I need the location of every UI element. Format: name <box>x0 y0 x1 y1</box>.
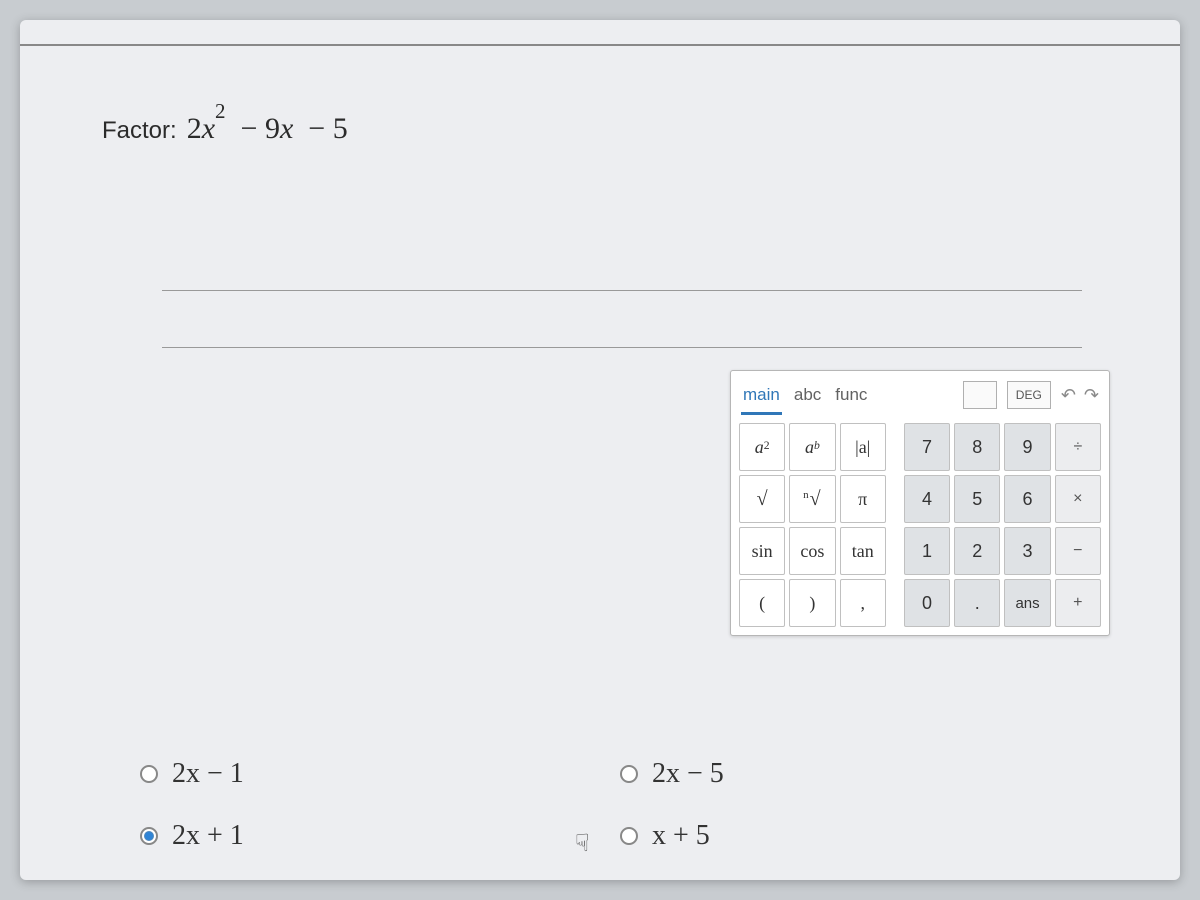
key-comma[interactable]: , <box>840 579 886 627</box>
key-ans[interactable]: ans <box>1004 579 1050 627</box>
answer-input-box[interactable] <box>162 290 1082 348</box>
option-3-label: 2x + 1 <box>172 820 244 852</box>
undo-icon[interactable]: ↶ <box>1061 385 1076 406</box>
option-1[interactable]: 2x − 1 <box>140 758 580 790</box>
key-5[interactable]: 5 <box>954 475 1000 523</box>
tab-func[interactable]: func <box>833 381 869 409</box>
key-9[interactable]: 9 <box>1004 423 1050 471</box>
question-label: Factor: <box>102 117 177 145</box>
key-power[interactable]: ab <box>789 423 835 471</box>
question-expression: 2x2 − 9x − 5 <box>187 108 348 146</box>
question-prompt: Factor: 2x2 − 9x − 5 <box>102 108 348 146</box>
key-lparen[interactable]: ( <box>739 579 785 627</box>
radio-option-1[interactable] <box>140 765 158 783</box>
key-nth-root[interactable]: n√ <box>789 475 835 523</box>
math-keypad: main abc func DEG ↶ ↷ a2 ab |a| 7 8 9 ÷ … <box>730 370 1110 636</box>
radio-option-3[interactable] <box>140 827 158 845</box>
key-rparen[interactable]: ) <box>789 579 835 627</box>
option-4-label: x + 5 <box>652 820 710 852</box>
option-1-label: 2x − 1 <box>172 758 244 790</box>
key-tan[interactable]: tan <box>840 527 886 575</box>
tab-abc[interactable]: abc <box>792 381 823 409</box>
key-divide[interactable]: ÷ <box>1055 423 1101 471</box>
key-pi[interactable]: π <box>840 475 886 523</box>
key-1[interactable]: 1 <box>904 527 950 575</box>
keypad-tabs: main abc func DEG ↶ ↷ <box>739 377 1101 413</box>
option-4[interactable]: x + 5 <box>580 820 1020 852</box>
key-4[interactable]: 4 <box>904 475 950 523</box>
key-multiply[interactable]: × <box>1055 475 1101 523</box>
tab-main[interactable]: main <box>741 381 782 409</box>
key-0[interactable]: 0 <box>904 579 950 627</box>
key-add[interactable]: + <box>1055 579 1101 627</box>
option-2[interactable]: 2x − 5 <box>580 758 1020 790</box>
radio-option-4[interactable] <box>620 827 638 845</box>
key-subtract[interactable]: − <box>1055 527 1101 575</box>
key-8[interactable]: 8 <box>954 423 1000 471</box>
key-3[interactable]: 3 <box>1004 527 1050 575</box>
key-sqrt[interactable]: √ <box>739 475 785 523</box>
divider-top <box>20 44 1180 46</box>
keypad-grid: a2 ab |a| 7 8 9 ÷ √ n√ π 4 5 6 × sin cos… <box>739 423 1101 627</box>
key-7[interactable]: 7 <box>904 423 950 471</box>
redo-icon[interactable]: ↷ <box>1084 385 1099 406</box>
key-abs[interactable]: |a| <box>840 423 886 471</box>
key-6[interactable]: 6 <box>1004 475 1050 523</box>
key-square[interactable]: a2 <box>739 423 785 471</box>
deg-indicator[interactable]: DEG <box>1007 381 1051 409</box>
key-sin[interactable]: sin <box>739 527 785 575</box>
key-dot[interactable]: . <box>954 579 1000 627</box>
hand-cursor-icon: ☟ <box>575 829 590 858</box>
mode-toggle[interactable] <box>963 381 997 409</box>
screen-frame: Factor: 2x2 − 9x − 5 main abc func DEG ↶… <box>20 20 1180 880</box>
option-2-label: 2x − 5 <box>652 758 724 790</box>
radio-option-2[interactable] <box>620 765 638 783</box>
key-2[interactable]: 2 <box>954 527 1000 575</box>
key-cos[interactable]: cos <box>789 527 835 575</box>
option-3[interactable]: 2x + 1 <box>140 820 580 852</box>
